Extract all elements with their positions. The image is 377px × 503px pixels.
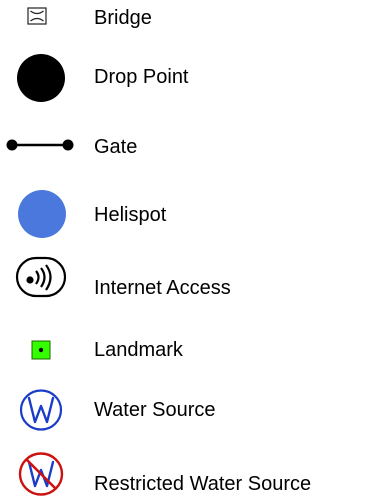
legend-label-landmark: Landmark xyxy=(94,339,183,361)
legend-label-internet-access: Internet Access xyxy=(94,277,231,299)
map-legend: Bridge Drop Point Gate Helispot Internet… xyxy=(0,0,377,503)
gate-icon xyxy=(6,139,74,151)
internet-access-icon xyxy=(15,256,67,298)
helispot-icon xyxy=(18,190,66,238)
legend-item-bridge: Bridge xyxy=(0,0,377,40)
legend-item-water-source: Water Source xyxy=(0,388,377,432)
water-source-icon xyxy=(19,389,63,431)
legend-item-drop-point: Drop Point xyxy=(0,50,377,106)
landmark-icon xyxy=(31,340,51,360)
legend-label-drop-point: Drop Point xyxy=(94,66,189,88)
legend-item-landmark: Landmark xyxy=(0,336,377,366)
legend-label-water-source: Water Source xyxy=(94,399,216,421)
legend-item-restricted-water-source: Restricted Water Source xyxy=(0,452,377,500)
drop-point-icon xyxy=(17,54,65,102)
legend-item-gate: Gate xyxy=(0,130,377,160)
legend-item-internet-access: Internet Access xyxy=(0,255,377,305)
legend-label-bridge: Bridge xyxy=(94,7,152,29)
legend-item-helispot: Helispot xyxy=(0,187,377,243)
restricted-water-source-icon xyxy=(18,452,64,496)
legend-label-restricted-water-source: Restricted Water Source xyxy=(94,473,312,495)
legend-label-gate: Gate xyxy=(94,136,138,158)
bridge-icon xyxy=(27,7,47,25)
legend-label-helispot: Helispot xyxy=(94,204,167,226)
